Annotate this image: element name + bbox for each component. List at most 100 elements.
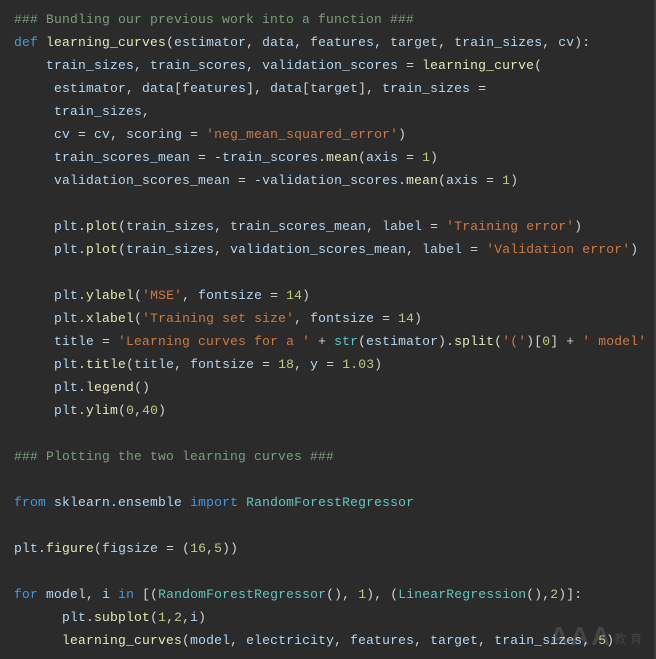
code-token: , (86, 587, 102, 602)
code-token: = (462, 242, 486, 257)
code-token: , (166, 610, 174, 625)
code-token: 1.03 (342, 357, 374, 372)
code-token (14, 173, 54, 188)
code-token: train_sizes (494, 633, 582, 648)
code-token: learning_curves (62, 633, 182, 648)
code-token: train_sizes (46, 58, 134, 73)
code-line: plt.plot(train_sizes, validation_scores_… (14, 242, 638, 257)
code-token: , (174, 357, 190, 372)
code-token: cv (54, 127, 70, 142)
code-token: ) (606, 633, 614, 648)
code-token: ( (534, 58, 542, 73)
code-token: label (422, 242, 462, 257)
code-token: data (142, 81, 174, 96)
code-token: , (414, 633, 430, 648)
code-line: ### Plotting the two learning curves ### (14, 449, 334, 464)
code-token: = (374, 311, 398, 326)
code-token: 18 (278, 357, 294, 372)
code-token: ### Plotting the two learning curves ### (14, 449, 334, 464)
code-token: train_scores (150, 58, 246, 73)
code-token (14, 357, 54, 372)
code-token: ). (438, 334, 454, 349)
code-token: 'Training set size' (142, 311, 294, 326)
code-token: plt (54, 403, 78, 418)
code-token: ) (430, 150, 438, 165)
code-token: 40 (142, 403, 158, 418)
code-token: ( (118, 219, 126, 234)
code-line: ### Bundling our previous work into a fu… (14, 12, 414, 27)
code-token: = (262, 288, 286, 303)
code-token: in (118, 587, 134, 602)
code-token (14, 196, 22, 211)
code-token: 1 (422, 150, 430, 165)
code-line: plt.legend() (14, 380, 150, 395)
code-token: )) (222, 541, 238, 556)
code-token (38, 587, 46, 602)
code-token: , (294, 35, 310, 50)
code-line: for model, i in [(RandomForestRegressor(… (14, 587, 582, 602)
code-token: target (310, 81, 358, 96)
code-line (14, 196, 22, 211)
code-token: = (398, 150, 422, 165)
code-token: train_sizes (126, 242, 214, 257)
code-token: . (318, 150, 326, 165)
code-token: target (390, 35, 438, 50)
code-token: , (366, 219, 382, 234)
code-token: . (78, 357, 86, 372)
code-token: plt (54, 311, 78, 326)
code-token: , (230, 633, 246, 648)
code-line: plt.ylabel('MSE', fontsize = 14) (14, 288, 310, 303)
code-token: target (430, 633, 478, 648)
code-token: , (374, 35, 390, 50)
code-token: = (470, 81, 486, 96)
code-token: import (190, 495, 238, 510)
code-token: mean (326, 150, 358, 165)
code-token: estimator (174, 35, 246, 50)
code-line: train_sizes, (14, 104, 150, 119)
code-token: plt (14, 541, 38, 556)
code-token: ) (398, 127, 406, 142)
code-token: , (246, 58, 262, 73)
code-token: = (422, 219, 446, 234)
code-line: from sklearn.ensemble import RandomFores… (14, 495, 414, 510)
code-line: title = 'Learning curves for a ' + str(e… (14, 334, 646, 349)
code-token: features (310, 35, 374, 50)
code-token: validation_scores_mean (54, 173, 230, 188)
code-token: title (134, 357, 174, 372)
code-token: ) (574, 219, 582, 234)
code-line (14, 426, 22, 441)
code-token: ( (118, 403, 126, 418)
code-token: model (46, 587, 86, 602)
code-token (14, 633, 62, 648)
code-line: validation_scores_mean = -validation_sco… (14, 173, 518, 188)
code-token: title (86, 357, 126, 372)
code-token: figure (46, 541, 94, 556)
code-token: , (110, 127, 126, 142)
code-token: xlabel (86, 311, 134, 326)
code-token: ( (134, 311, 142, 326)
code-token: ylim (86, 403, 118, 418)
code-token (14, 610, 62, 625)
code-token: mean (406, 173, 438, 188)
code-token: )[ (526, 334, 542, 349)
code-token: str (334, 334, 358, 349)
code-token: sklearn.ensemble (54, 495, 182, 510)
code-token: RandomForestRegressor (246, 495, 414, 510)
code-token (238, 495, 246, 510)
code-token: cv (94, 127, 110, 142)
code-token: train_sizes (54, 104, 142, 119)
code-token: 'Training error' (446, 219, 574, 234)
code-token: 1 (358, 587, 366, 602)
code-token: . (78, 403, 86, 418)
code-token: , (438, 35, 454, 50)
code-token (182, 495, 190, 510)
code-token: = (254, 357, 278, 372)
code-token: 0 (126, 403, 134, 418)
code-token: ], (246, 81, 270, 96)
code-token: data (270, 81, 302, 96)
code-token: ) (198, 610, 206, 625)
code-token (14, 380, 54, 395)
code-token (14, 81, 54, 96)
code-line (14, 265, 22, 280)
code-token (110, 587, 118, 602)
